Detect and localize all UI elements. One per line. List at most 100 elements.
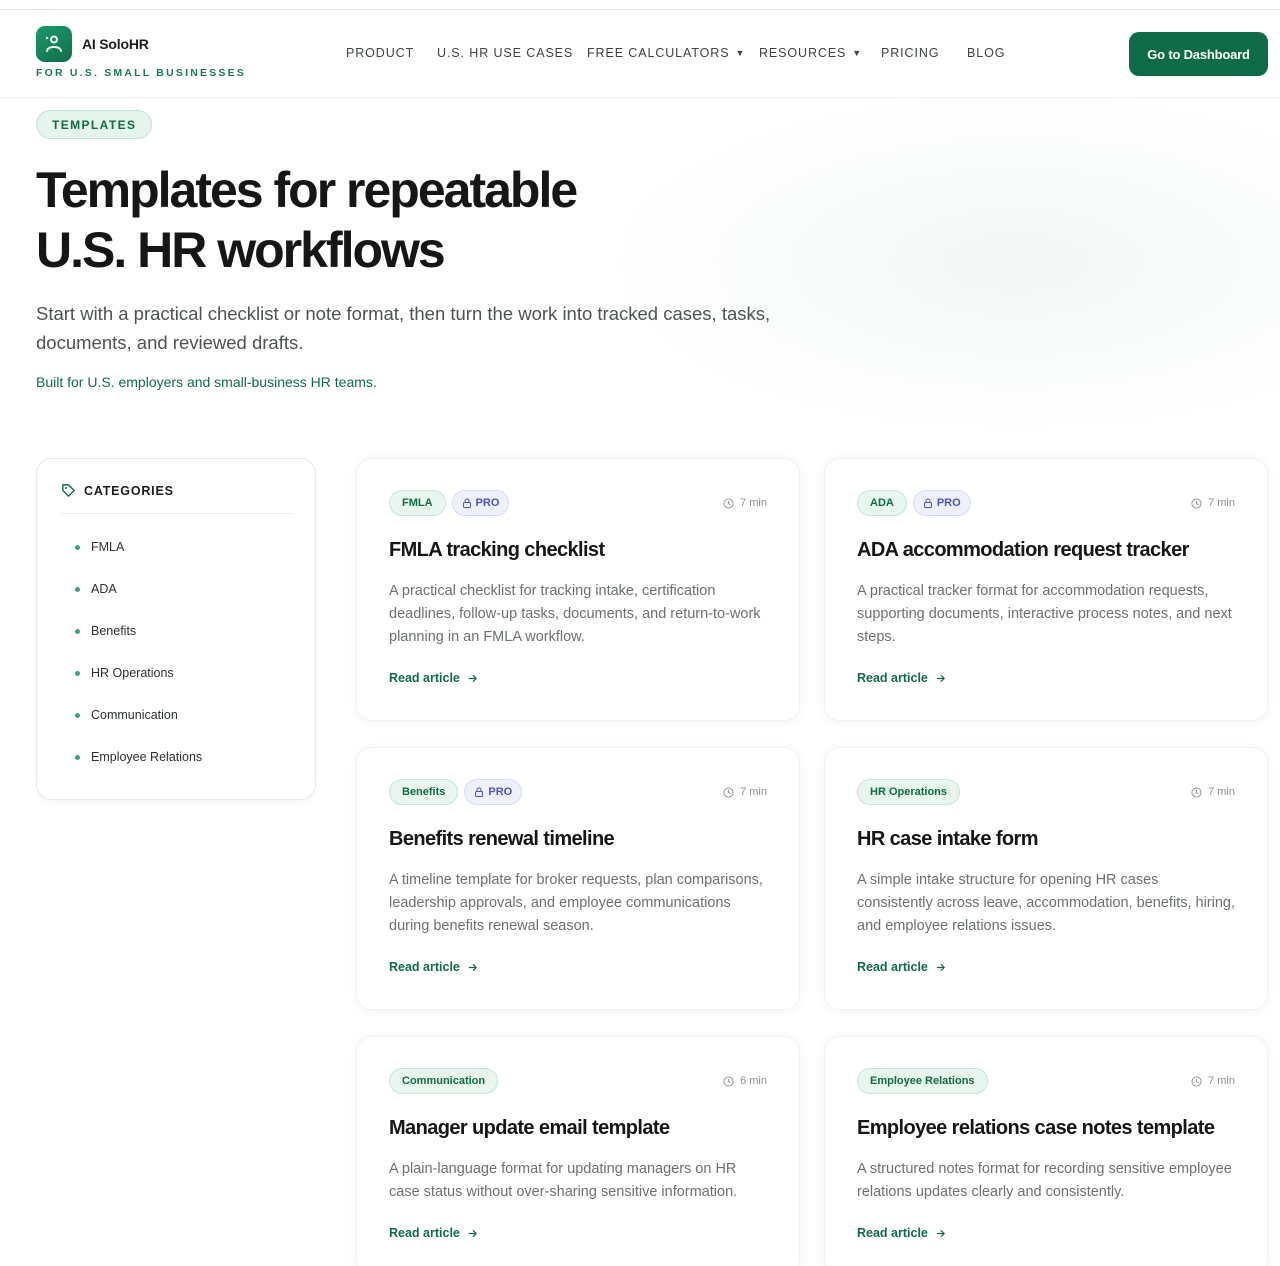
category-employee-relations[interactable]: Employee Relations bbox=[75, 750, 202, 764]
arrow-right-icon bbox=[936, 674, 945, 682]
template-card[interactable]: ADA PRO 7 min ADA accommodation request … bbox=[824, 458, 1268, 721]
link-label: Read article bbox=[857, 1226, 928, 1240]
read-article-link[interactable]: Read article bbox=[389, 960, 478, 974]
read-article-link[interactable]: Read article bbox=[389, 1226, 478, 1240]
tag-icon bbox=[62, 484, 75, 497]
card-title[interactable]: Manager update email template bbox=[389, 1117, 670, 1140]
category-communication[interactable]: Communication bbox=[75, 708, 178, 722]
read-article-link[interactable]: Read article bbox=[857, 671, 946, 685]
arrow-right-icon bbox=[936, 1229, 945, 1237]
minutes-label: 7 min bbox=[1208, 1075, 1235, 1087]
template-card[interactable]: FMLA PRO 7 min FMLA tracking checklist A… bbox=[356, 458, 800, 721]
nav-hr-use-cases[interactable]: U.S. HR USE CASES bbox=[437, 46, 573, 60]
category-label: ADA bbox=[91, 582, 117, 596]
card-title[interactable]: Employee relations case notes template bbox=[857, 1117, 1215, 1140]
category-hr-operations[interactable]: HR Operations bbox=[75, 666, 174, 680]
pro-pill: PRO bbox=[464, 779, 523, 805]
minutes-label: 7 min bbox=[1208, 497, 1235, 509]
template-card[interactable]: Benefits PRO 7 min Benefits renewal time… bbox=[356, 747, 800, 1010]
category-pill[interactable]: Benefits bbox=[389, 779, 459, 805]
read-time: 7 min bbox=[1191, 786, 1235, 798]
category-ada[interactable]: ADA bbox=[75, 582, 117, 596]
minutes-label: 7 min bbox=[1208, 786, 1235, 798]
category-label: HR Operations bbox=[91, 666, 174, 680]
bullet-icon bbox=[75, 586, 80, 592]
category-benefits[interactable]: Benefits bbox=[75, 624, 136, 638]
card-description: A simple intake structure for opening HR… bbox=[857, 872, 1235, 934]
link-label: Read article bbox=[857, 960, 928, 974]
clock-icon bbox=[723, 1075, 734, 1087]
minutes-label: 7 min bbox=[740, 497, 767, 509]
page-title: Templates for repeatable U.S. HR workflo… bbox=[36, 160, 676, 280]
read-time: 7 min bbox=[723, 497, 767, 509]
arrow-right-icon bbox=[468, 963, 477, 971]
pro-label: PRO bbox=[936, 497, 961, 509]
site-header: AI SoloHR FOR U.S. SMALL BUSINESSES PROD… bbox=[0, 10, 1280, 98]
arrow-right-icon bbox=[936, 963, 945, 971]
nav-product[interactable]: PRODUCT bbox=[346, 46, 414, 60]
bullet-icon bbox=[75, 628, 80, 634]
card-description: A structured notes format for recording … bbox=[857, 1161, 1232, 1200]
clock-icon bbox=[1191, 1075, 1202, 1087]
bullet-icon bbox=[75, 712, 80, 718]
category-pill[interactable]: HR Operations bbox=[857, 779, 961, 805]
link-label: Read article bbox=[389, 1226, 460, 1240]
nav-pricing[interactable]: PRICING bbox=[881, 46, 939, 60]
clock-icon bbox=[1191, 786, 1202, 798]
nav-free-calculators[interactable]: FREE CALCULATORS ▼ bbox=[587, 46, 745, 60]
card-tags: Employee Relations bbox=[857, 1068, 988, 1094]
link-label: Read article bbox=[389, 671, 460, 685]
title-line-1: Templates for repeatable bbox=[36, 162, 578, 218]
card-title[interactable]: ADA accommodation request tracker bbox=[857, 539, 1189, 562]
arrow-right-icon bbox=[468, 1229, 477, 1237]
category-pill[interactable]: ADA bbox=[857, 490, 907, 516]
nav-resources[interactable]: RESOURCES ▼ bbox=[759, 46, 862, 60]
logo-icon bbox=[36, 26, 72, 62]
card-tags: HR Operations bbox=[857, 779, 961, 805]
card-title[interactable]: FMLA tracking checklist bbox=[389, 539, 605, 562]
template-card[interactable]: Employee Relations 7 min Employee relati… bbox=[824, 1036, 1268, 1266]
nav-label: PRODUCT bbox=[346, 46, 415, 60]
template-card[interactable]: Communication 6 min Manager update email… bbox=[356, 1036, 800, 1266]
nav-label: U.S. HR USE CASES bbox=[437, 46, 574, 60]
category-label: FMLA bbox=[91, 540, 125, 554]
lock-icon bbox=[475, 787, 484, 797]
categories-heading: CATEGORIES bbox=[61, 483, 174, 498]
category-pill[interactable]: Communication bbox=[389, 1068, 499, 1094]
read-article-link[interactable]: Read article bbox=[857, 1226, 946, 1240]
nav-label: BLOG bbox=[967, 46, 1006, 60]
read-article-link[interactable]: Read article bbox=[389, 671, 478, 685]
card-title[interactable]: Benefits renewal timeline bbox=[389, 828, 615, 851]
categories-panel: CATEGORIES FMLA ADA Benefits HR Operatio… bbox=[36, 458, 316, 800]
card-title[interactable]: HR case intake form bbox=[857, 828, 1039, 851]
clock-icon bbox=[1191, 497, 1202, 509]
category-fmla[interactable]: FMLA bbox=[75, 540, 124, 554]
go-to-dashboard-button[interactable]: Go to Dashboard bbox=[1129, 32, 1268, 76]
template-card[interactable]: HR Operations 7 min HR case intake form … bbox=[824, 747, 1268, 1010]
category-pill[interactable]: Employee Relations bbox=[857, 1068, 988, 1094]
title-line-2: U.S. HR workflows bbox=[36, 222, 446, 278]
nav-blog[interactable]: BLOG bbox=[967, 46, 1005, 60]
card-description: A practical checklist for tracking intak… bbox=[389, 583, 761, 645]
read-article-link[interactable]: Read article bbox=[857, 960, 946, 974]
pro-pill: PRO bbox=[912, 490, 971, 516]
card-tags: Communication bbox=[389, 1068, 499, 1094]
hero-background bbox=[620, 98, 1280, 428]
lock-icon bbox=[462, 498, 471, 508]
caret-down-icon: ▼ bbox=[735, 48, 746, 58]
nav-label: PRICING bbox=[881, 46, 940, 60]
nav-label: FREE CALCULATORS bbox=[587, 46, 730, 60]
minutes-label: 7 min bbox=[740, 786, 767, 798]
section-badge: TEMPLATES bbox=[36, 110, 153, 139]
category-pill[interactable]: FMLA bbox=[389, 490, 446, 516]
bullet-icon bbox=[75, 544, 80, 550]
bullet-icon bbox=[75, 754, 80, 760]
card-description: A timeline template for broker requests,… bbox=[389, 872, 763, 934]
pro-label: PRO bbox=[475, 497, 500, 509]
brand-tagline: FOR U.S. SMALL BUSINESSES bbox=[36, 67, 246, 79]
caret-down-icon: ▼ bbox=[852, 48, 863, 58]
category-label: Communication bbox=[91, 708, 178, 722]
link-label: Read article bbox=[389, 960, 460, 974]
category-label: Employee Relations bbox=[91, 750, 203, 764]
built-for-text: Built for U.S. employers and small-busin… bbox=[36, 374, 377, 390]
